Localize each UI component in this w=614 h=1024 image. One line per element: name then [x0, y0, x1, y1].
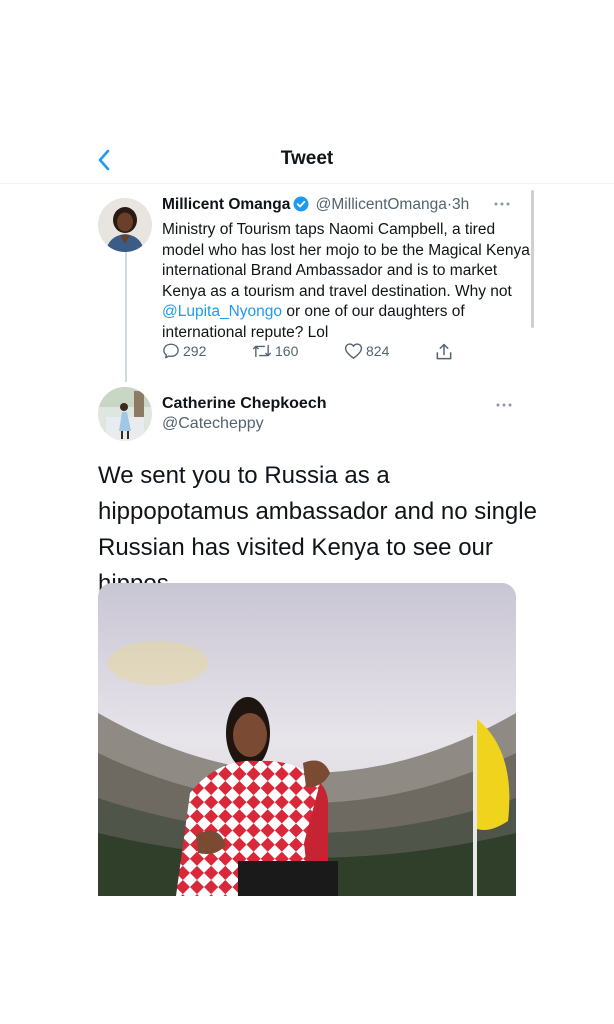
share-button[interactable]: [434, 342, 457, 362]
tweet-text: We sent you to Russia as a hippopotamus …: [98, 462, 537, 597]
reply-button[interactable]: 292: [162, 342, 206, 360]
mention-link[interactable]: @Lupita_Nyongo: [162, 303, 282, 320]
reply-icon: [163, 343, 179, 359]
retweet-button[interactable]: 160: [252, 342, 298, 360]
more-options-button[interactable]: [494, 194, 510, 210]
author-handle[interactable]: @MillicentOmanga: [316, 196, 447, 213]
author-name[interactable]: Catherine Chepkoech: [162, 395, 326, 413]
tweet-text: Ministry of Tourism taps Naomi Campbell,…: [162, 220, 532, 343]
heart-icon: [344, 343, 363, 359]
page-title: Tweet: [280, 148, 334, 169]
share-icon: [436, 343, 452, 360]
like-count: 824: [366, 343, 390, 359]
avatar[interactable]: [98, 387, 152, 441]
reply-count: 292: [183, 343, 207, 359]
tweet-media-image[interactable]: [98, 583, 516, 896]
thread-connector-line: [125, 250, 127, 382]
tweet-header: Millicent Omanga @MillicentOmanga·3h: [162, 194, 532, 219]
avatar[interactable]: [98, 198, 152, 252]
retweet-icon: [252, 344, 272, 358]
like-button[interactable]: 824: [344, 342, 389, 360]
more-options-button[interactable]: [496, 395, 512, 411]
author-handle[interactable]: @Catecheppy: [162, 415, 264, 433]
author-name[interactable]: Millicent Omanga: [162, 196, 290, 213]
verified-badge-icon: [293, 196, 309, 219]
timestamp[interactable]: 3h: [452, 196, 469, 213]
tweet-actions: 292 160 824: [162, 342, 462, 364]
more-horizontal-icon: [496, 403, 512, 407]
retweet-count: 160: [275, 343, 299, 359]
quoted-tweet-body: Millicent Omanga @MillicentOmanga·3h Min…: [162, 194, 532, 343]
more-horizontal-icon: [494, 202, 510, 206]
tweet-text-part: Ministry of Tourism taps Naomi Campbell,…: [162, 221, 530, 300]
top-bar: Tweet: [0, 140, 614, 184]
